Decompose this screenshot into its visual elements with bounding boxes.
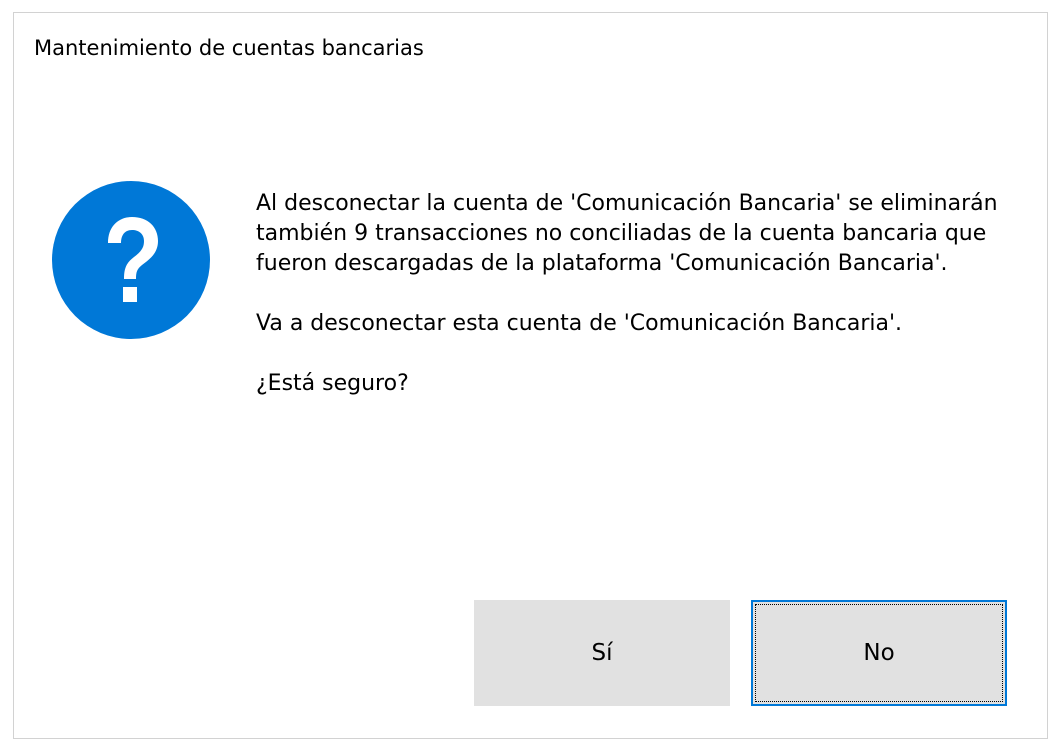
message-paragraph-2: Va a desconectar esta cuenta de 'Comunic…: [256, 311, 902, 336]
confirm-dialog: Mantenimiento de cuentas bancarias Al de…: [13, 12, 1048, 739]
question-icon: [52, 181, 210, 339]
no-button-label: No: [863, 640, 895, 666]
message-paragraph-1: Al desconectar la cuenta de 'Comunicació…: [256, 191, 998, 276]
yes-button-label: Sí: [591, 640, 613, 666]
dialog-message: Al desconectar la cuenta de 'Comunicació…: [256, 189, 1016, 399]
yes-button[interactable]: Sí: [474, 600, 730, 706]
message-paragraph-3: ¿Está seguro?: [256, 371, 409, 396]
dialog-title: Mantenimiento de cuentas bancarias: [34, 36, 424, 60]
no-button[interactable]: No: [751, 600, 1007, 706]
